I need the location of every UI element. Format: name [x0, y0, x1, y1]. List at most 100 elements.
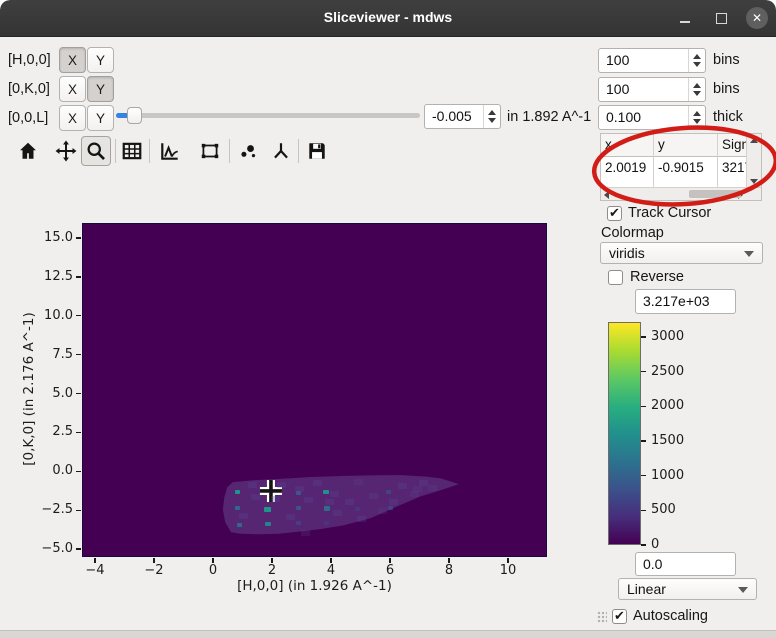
- table-header-1[interactable]: y: [654, 134, 718, 157]
- reverse-checkbox[interactable]: [608, 270, 623, 285]
- maximize-button[interactable]: [710, 7, 732, 29]
- spin-arrows[interactable]: [688, 106, 705, 129]
- table-vertical-scrollbar[interactable]: [746, 134, 761, 188]
- k-bins-label: bins: [713, 81, 740, 97]
- heatmap-point: [251, 494, 260, 500]
- heatmap-point: [265, 522, 271, 526]
- grid-button[interactable]: [119, 138, 145, 164]
- peaks-overlay-icon: [237, 140, 259, 162]
- table-cell-0[interactable]: 2.0019: [601, 157, 654, 188]
- y-tick-mark: [76, 237, 81, 238]
- 0k0-x-button[interactable]: X: [59, 76, 86, 102]
- y-tick-mark: [76, 354, 81, 355]
- save-icon: [306, 140, 328, 162]
- y-tick-mark: [76, 471, 81, 472]
- spin-up-icon[interactable]: [693, 83, 701, 88]
- x-tick-label: 10: [500, 563, 517, 578]
- pan-button[interactable]: [53, 138, 79, 164]
- spin-down-icon[interactable]: [693, 119, 701, 124]
- x-tick-label: 6: [386, 563, 394, 578]
- track-cursor-checkbox[interactable]: [607, 206, 622, 221]
- l-slice-spinbox[interactable]: -0.005: [424, 104, 501, 129]
- scrollbar-thumb[interactable]: [689, 190, 741, 198]
- spin-up-icon[interactable]: [488, 110, 496, 115]
- toolbar-separator: [149, 139, 150, 163]
- spin-down-icon[interactable]: [693, 62, 701, 67]
- plot-area[interactable]: [82, 223, 547, 557]
- minimize-icon: [680, 21, 690, 23]
- x-axis-label: [H,0,0] (in 1.926 A^-1): [82, 578, 547, 594]
- h00-x-button[interactable]: X: [59, 47, 86, 73]
- heatmap-point: [301, 530, 310, 536]
- heatmap-point: [296, 506, 301, 510]
- table-horizontal-scrollbar[interactable]: [601, 187, 761, 200]
- minimize-button[interactable]: [674, 7, 696, 29]
- slider-track[interactable]: [116, 113, 420, 118]
- scroll-down-icon[interactable]: [750, 179, 758, 184]
- 00l-x-button[interactable]: X: [59, 105, 86, 131]
- min-value-field[interactable]: 0.0: [635, 552, 736, 576]
- 00l-y-button[interactable]: Y: [87, 105, 114, 131]
- table-header-2[interactable]: Signal: [718, 134, 749, 157]
- k-bins-spinbox[interactable]: 100: [598, 77, 706, 102]
- autoscaling-label: Autoscaling: [633, 608, 708, 624]
- y-tick-mark: [76, 548, 81, 549]
- spin-down-icon[interactable]: [693, 91, 701, 96]
- 0k0-y-button[interactable]: Y: [87, 76, 114, 102]
- x-tick-label: 8: [445, 563, 453, 578]
- heatmap-point: [386, 490, 391, 494]
- heatmap-point: [330, 491, 339, 497]
- h00-y-button[interactable]: Y: [87, 47, 114, 73]
- resize-grip[interactable]: [597, 611, 607, 623]
- heatmap-point: [357, 516, 366, 522]
- line-plots-button[interactable]: [157, 138, 183, 164]
- y-axis-label: [0,K,0] (in 2.176 A^-1): [21, 312, 37, 466]
- nonorthogonal-axes-button[interactable]: [268, 138, 294, 164]
- thickness-value: 0.100: [606, 109, 641, 125]
- autoscaling-checkbox[interactable]: [612, 609, 627, 624]
- thickness-label: thick: [713, 109, 743, 125]
- y-tick-label: −5.0: [28, 541, 73, 556]
- home-button[interactable]: [15, 138, 41, 164]
- max-value-field[interactable]: 3.217e+03: [635, 289, 736, 314]
- h-bins-spinbox[interactable]: 100: [598, 48, 706, 73]
- scroll-left-icon[interactable]: [604, 191, 609, 199]
- thickness-spinbox[interactable]: 0.100: [598, 105, 706, 130]
- peaks-overlay-button[interactable]: [235, 138, 261, 164]
- table-cell-2[interactable]: 3217: [718, 157, 749, 188]
- heatmap-point: [248, 482, 257, 488]
- grid-icon: [121, 140, 143, 162]
- region-selection-button[interactable]: [197, 138, 223, 164]
- table-header-0[interactable]: x: [601, 134, 654, 157]
- colorbar[interactable]: [608, 322, 641, 545]
- save-button[interactable]: [304, 138, 330, 164]
- spin-down-icon[interactable]: [488, 118, 496, 123]
- close-button[interactable]: ✕: [746, 7, 768, 29]
- region-selection-icon: [199, 140, 221, 162]
- spin-arrows[interactable]: [688, 78, 705, 101]
- colorbar-tick-mark: [641, 440, 646, 441]
- x-tick-label: 2: [268, 563, 276, 578]
- l-unit-label: in 1.892 A^-1: [507, 109, 591, 125]
- l-slice-slider[interactable]: [116, 107, 420, 124]
- scale-dropdown[interactable]: Linear: [618, 578, 757, 600]
- y-tick-mark: [76, 393, 81, 394]
- table-cell-1[interactable]: -0.9015: [654, 157, 718, 188]
- heatmap-point: [325, 499, 334, 505]
- zoom-icon: [85, 140, 107, 162]
- colormap-dropdown[interactable]: viridis: [600, 242, 763, 264]
- heatmap-point: [333, 510, 342, 516]
- colormap-label: Colormap: [601, 225, 664, 241]
- heatmap-point: [388, 506, 393, 510]
- scroll-up-icon[interactable]: [750, 138, 758, 143]
- zoom-button[interactable]: [81, 136, 111, 166]
- colorbar-tick-mark: [641, 544, 646, 545]
- slider-handle[interactable]: [127, 107, 142, 124]
- spin-up-icon[interactable]: [693, 54, 701, 59]
- titlebar[interactable]: Sliceviewer - mdws ✕: [0, 0, 776, 37]
- spin-arrows[interactable]: [483, 105, 500, 128]
- reverse-label: Reverse: [630, 269, 684, 285]
- spin-arrows[interactable]: [688, 49, 705, 72]
- spin-up-icon[interactable]: [693, 111, 701, 116]
- heatmap-point: [295, 486, 304, 492]
